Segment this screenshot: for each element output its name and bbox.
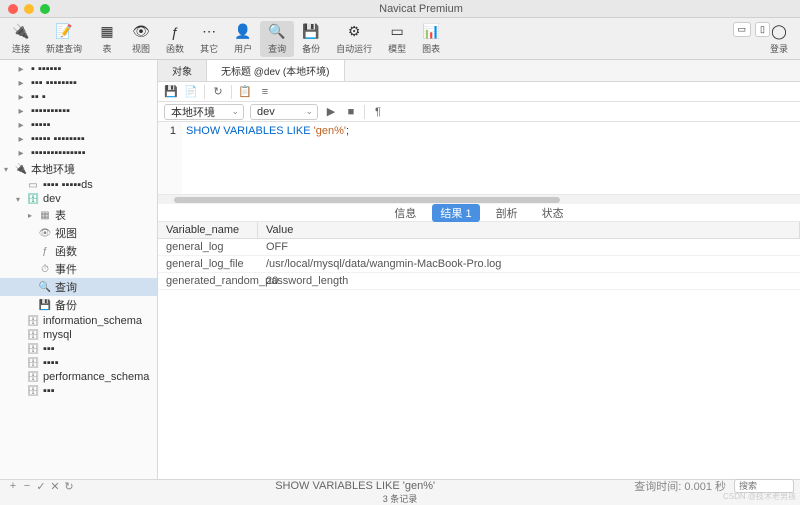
tree-item[interactable]: 🗄mysql <box>0 328 157 342</box>
tree-item[interactable]: 🗄▪▪▪ <box>0 342 157 356</box>
toolbar-用户[interactable]: 👤用户 <box>226 21 260 57</box>
备份-icon: 💾 <box>302 23 320 41</box>
连接-icon: 🔌 <box>12 23 30 41</box>
tree-item[interactable]: ▭▪▪▪▪ ▪▪▪▪▪ds <box>0 178 157 192</box>
toolbar-其它[interactable]: ⋯其它 <box>192 21 226 57</box>
watermark: CSDN @技术老男孩 <box>723 491 796 502</box>
toolbar-查询[interactable]: 🔍查询 <box>260 21 294 57</box>
toolbar-模型[interactable]: ▭模型 <box>380 21 414 57</box>
window-controls <box>8 4 50 14</box>
toolbar-备份[interactable]: 💾备份 <box>294 21 328 57</box>
tree-item[interactable]: 🗄▪▪▪▪ <box>0 356 157 370</box>
env-dropdown[interactable]: 本地环境 <box>164 104 244 120</box>
col-header-variable-name[interactable]: Variable_name <box>158 222 258 238</box>
titlebar: Navicat Premium <box>0 0 800 18</box>
result-grid: Variable_name Value general_logOFFgenera… <box>158 222 800 479</box>
editor-toolbar: 💾 📄 ↻ 📋 ≡ <box>158 82 800 102</box>
reload-icon[interactable]: ↻ <box>211 85 225 99</box>
user-icon: ◯ <box>770 23 788 41</box>
视图-icon: 👁 <box>132 23 150 41</box>
footer-sql: SHOW VARIABLES LIKE 'gen%' <box>76 480 634 492</box>
content-tabs: 对象无标题 @dev (本地环境) <box>158 60 800 82</box>
copy-icon[interactable]: 📋 <box>238 85 252 99</box>
tree-item[interactable]: 🗄performance_schema <box>0 370 157 384</box>
col-header-value[interactable]: Value <box>258 222 800 238</box>
view-toggle-2[interactable]: ▯ <box>755 22 770 37</box>
apply-button[interactable]: ✓ <box>34 480 48 493</box>
tree-item[interactable]: ▸▪▪▪▪▪▪▪▪▪▪▪▪▪▪ <box>0 146 157 160</box>
tree-item[interactable]: ▸▪▪▪▪▪▪▪▪▪▪ <box>0 104 157 118</box>
explain-icon[interactable]: ≡ <box>258 85 272 99</box>
content-area: 对象无标题 @dev (本地环境) 💾 📄 ↻ 📋 ≡ 本地环境 dev ▶ ■… <box>158 60 800 479</box>
tab[interactable]: 无标题 @dev (本地环境) <box>207 60 345 81</box>
save-icon[interactable]: 💾 <box>164 85 178 99</box>
tree-item[interactable]: ƒ函数 <box>0 242 157 260</box>
图表-icon: 📊 <box>422 23 440 41</box>
main-toolbar: 🔌连接📝新建查询▦表👁视图ƒ函数⋯其它👤用户🔍查询💾备份⚙自动运行▭模型📊图表 … <box>0 18 800 60</box>
refresh-button[interactable]: ↻ <box>62 480 76 493</box>
tree-item[interactable]: ▸▪▪▪ ▪▪▪▪▪▪▪▪ <box>0 76 157 90</box>
table-row[interactable]: general_log_file/usr/local/mysql/data/wa… <box>158 256 800 273</box>
tree-item[interactable]: ▸▪ ▪▪▪▪▪▪ <box>0 62 157 76</box>
sql-editor[interactable]: 1 SHOW VARIABLES LIKE 'gen%'; <box>158 122 800 194</box>
tree-item[interactable]: ▸▪▪▪▪▪ ▪▪▪▪▪▪▪▪ <box>0 132 157 146</box>
save-as-icon[interactable]: 📄 <box>184 85 198 99</box>
tree-item[interactable]: ⏱事件 <box>0 260 157 278</box>
tree-item[interactable]: 👁视图 <box>0 224 157 242</box>
add-row-button[interactable]: + <box>6 480 20 492</box>
code-area[interactable]: SHOW VARIABLES LIKE 'gen%'; <box>182 122 353 194</box>
tree-item[interactable]: ▸▦表 <box>0 206 157 224</box>
tree-item[interactable]: 🗄information_schema <box>0 314 157 328</box>
table-row[interactable]: generated_random_password_length20 <box>158 273 800 290</box>
minimize-window-button[interactable] <box>24 4 34 14</box>
gutter: 1 <box>158 122 182 194</box>
format-icon[interactable]: ¶ <box>371 105 385 119</box>
result-tabs: 信息结果 1 剖析状态 <box>158 204 800 222</box>
status-bar: + − ✓ ✕ ↻ SHOW VARIABLES LIKE 'gen%' 查询时… <box>0 479 800 503</box>
result-tab[interactable]: 状态 <box>534 204 572 222</box>
main-split: ▸▪ ▪▪▪▪▪▪▸▪▪▪ ▪▪▪▪▪▪▪▪▸▪▪ ▪▸▪▪▪▪▪▪▪▪▪▪▸▪… <box>0 60 800 479</box>
close-window-button[interactable] <box>8 4 18 14</box>
toolbar-图表[interactable]: 📊图表 <box>414 21 448 57</box>
view-toggle-1[interactable]: ▭ <box>733 22 752 37</box>
result-tab[interactable]: 信息 <box>386 204 424 222</box>
toolbar-函数[interactable]: ƒ函数 <box>158 21 192 57</box>
result-tab[interactable]: 结果 1 <box>432 204 479 222</box>
result-tab[interactable]: 剖析 <box>488 204 526 222</box>
tree-item[interactable]: ▸▪▪ ▪ <box>0 90 157 104</box>
tree-item[interactable]: ▾🗄dev <box>0 192 157 206</box>
toolbar-表[interactable]: ▦表 <box>90 21 124 57</box>
db-dropdown[interactable]: dev <box>250 104 318 120</box>
函数-icon: ƒ <box>166 23 184 41</box>
tree-item[interactable]: ▾🔌本地环境 <box>0 160 157 178</box>
表-icon: ▦ <box>98 23 116 41</box>
editor-scrollbar[interactable] <box>158 194 800 204</box>
tree-item[interactable]: 🗄▪▪▪ <box>0 384 157 398</box>
tree-item[interactable]: 🔍查询 <box>0 278 157 296</box>
stop-icon[interactable]: ■ <box>344 105 358 119</box>
tab[interactable]: 对象 <box>158 60 207 81</box>
connection-bar: 本地环境 dev ▶ ■ ¶ <box>158 102 800 122</box>
toolbar-连接[interactable]: 🔌连接 <box>4 21 38 57</box>
模型-icon: ▭ <box>388 23 406 41</box>
toolbar-自动运行[interactable]: ⚙自动运行 <box>328 21 380 57</box>
grid-header: Variable_name Value <box>158 222 800 239</box>
用户-icon: 👤 <box>234 23 252 41</box>
footer-count: 3 条记录 <box>0 492 800 504</box>
window-title: Navicat Premium <box>50 3 792 15</box>
toolbar-新建查询[interactable]: 📝新建查询 <box>38 21 90 57</box>
delete-row-button[interactable]: − <box>20 480 34 492</box>
自动运行-icon: ⚙ <box>345 23 363 41</box>
查询-icon: 🔍 <box>268 23 286 41</box>
toolbar-视图[interactable]: 👁视图 <box>124 21 158 57</box>
新建查询-icon: 📝 <box>55 23 73 41</box>
tree-item[interactable]: ▸▪▪▪▪▪ <box>0 118 157 132</box>
table-row[interactable]: general_logOFF <box>158 239 800 256</box>
zoom-window-button[interactable] <box>40 4 50 14</box>
tree-item[interactable]: 💾备份 <box>0 296 157 314</box>
其它-icon: ⋯ <box>200 23 218 41</box>
cancel-button[interactable]: ✕ <box>48 480 62 493</box>
sidebar: ▸▪ ▪▪▪▪▪▪▸▪▪▪ ▪▪▪▪▪▪▪▪▸▪▪ ▪▸▪▪▪▪▪▪▪▪▪▪▸▪… <box>0 60 158 479</box>
run-icon[interactable]: ▶ <box>324 105 338 119</box>
